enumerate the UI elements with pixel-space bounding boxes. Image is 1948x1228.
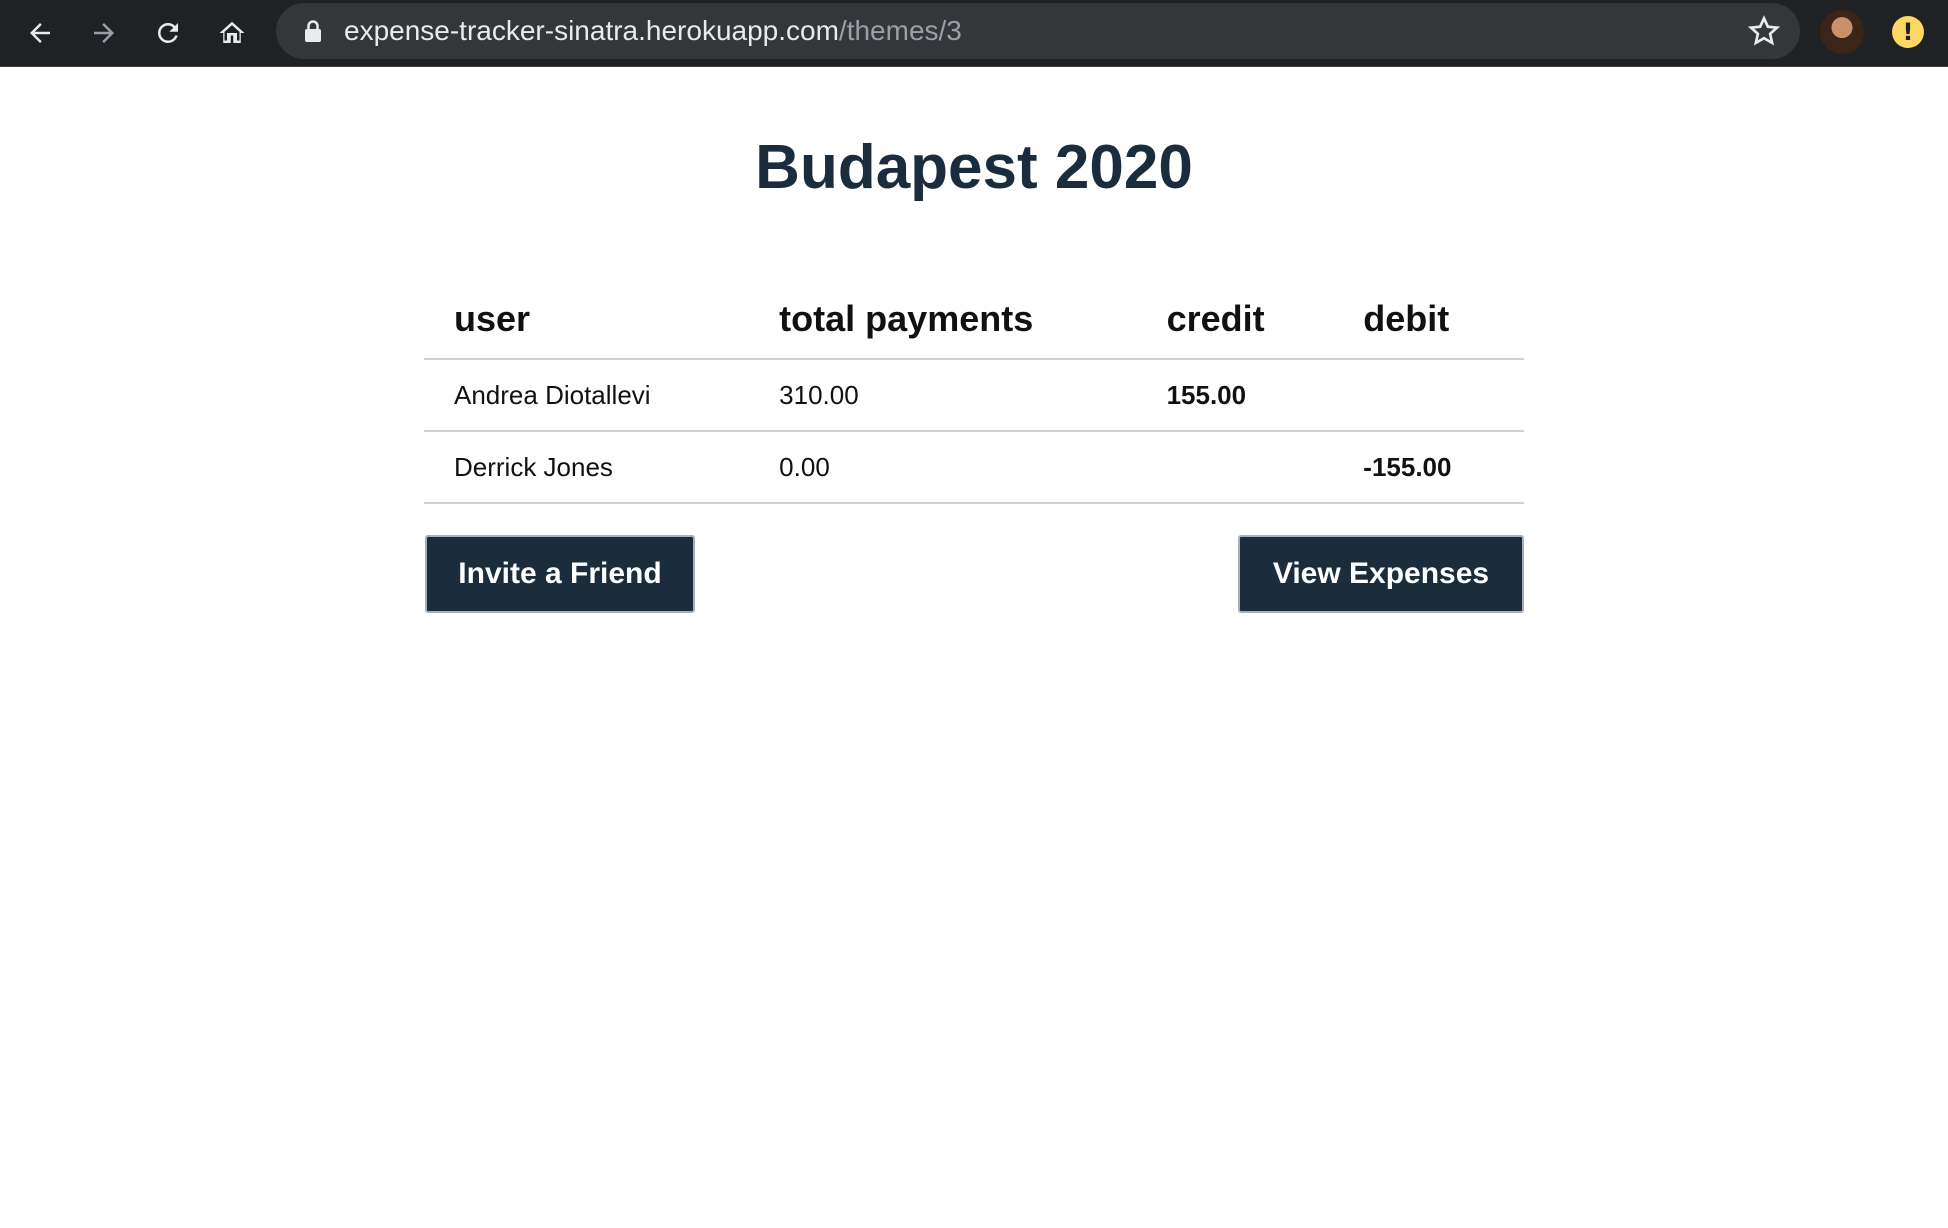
invite-friend-button[interactable]: Invite a Friend — [425, 535, 695, 613]
cell-total-payments: 0.00 — [749, 431, 1137, 504]
table-row: Andrea Diotallevi 310.00 155.00 — [424, 359, 1524, 432]
warning-icon[interactable]: ! — [1892, 16, 1924, 48]
url-text: expense-tracker-sinatra.herokuapp.com/th… — [344, 3, 962, 59]
browser-toolbar: expense-tracker-sinatra.herokuapp.com/th… — [0, 0, 1948, 67]
arrow-right-icon — [94, 23, 114, 43]
star-icon[interactable] — [1748, 15, 1780, 47]
header-credit: credit — [1136, 280, 1334, 360]
lock-icon — [305, 20, 321, 42]
cell-debit — [1333, 359, 1524, 432]
home-icon — [219, 21, 245, 43]
header-debit: debit — [1333, 280, 1524, 360]
table-row: Derrick Jones 0.00 -155.00 — [424, 431, 1524, 504]
cell-total-payments: 310.00 — [749, 359, 1137, 432]
header-user: user — [424, 280, 750, 360]
cell-credit — [1136, 431, 1334, 504]
view-expenses-button[interactable]: View Expenses — [1238, 535, 1524, 613]
address-bar[interactable]: expense-tracker-sinatra.herokuapp.com/th… — [276, 3, 1800, 59]
cell-user: Andrea Diotallevi — [424, 359, 750, 432]
cell-debit: -155.00 — [1333, 431, 1524, 504]
arrow-left-icon — [30, 23, 50, 43]
balances-table: user total payments credit debit Andrea … — [424, 280, 1524, 504]
forward-button[interactable] — [80, 9, 128, 57]
url-path: /themes/3 — [838, 15, 962, 46]
page-title: Budapest 2020 — [755, 133, 1193, 202]
header-total-payments: total payments — [749, 280, 1137, 360]
home-button[interactable] — [208, 9, 256, 57]
url-host: expense-tracker-sinatra.herokuapp.com — [344, 15, 839, 46]
cell-user: Derrick Jones — [424, 431, 750, 504]
cell-credit: 155.00 — [1136, 359, 1334, 432]
reload-button[interactable] — [144, 9, 192, 57]
reload-icon — [158, 23, 178, 43]
back-button[interactable] — [16, 9, 64, 57]
profile-avatar[interactable] — [1820, 10, 1864, 54]
table-header-row: user total payments credit debit — [424, 280, 1524, 360]
